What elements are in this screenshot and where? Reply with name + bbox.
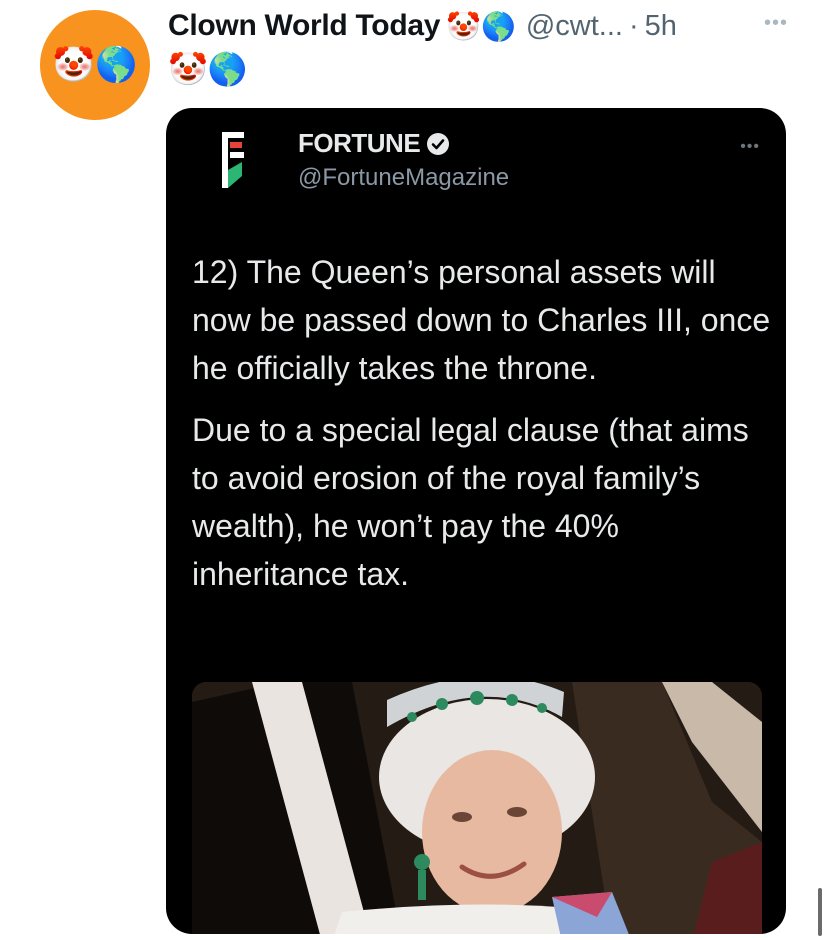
tweet-header: Clown World Today 🤡🌎 @cwt... · 5h ••• — [168, 4, 788, 48]
scrollbar[interactable] — [818, 888, 822, 936]
photo-illustration — [192, 682, 762, 934]
name-emoji: 🤡🌎 — [446, 9, 516, 43]
quoted-more-icon[interactable]: ••• — [740, 138, 760, 156]
more-icon[interactable]: ••• — [764, 12, 788, 35]
avatar[interactable]: 🤡🌎 — [40, 10, 150, 120]
quoted-handle[interactable]: @FortuneMagazine — [298, 164, 509, 192]
paragraph: Due to a special legal clause (that aims… — [192, 412, 749, 592]
user-handle[interactable]: @cwt... — [526, 10, 623, 43]
queen-photo[interactable] — [192, 682, 762, 934]
separator: · — [628, 9, 639, 42]
embedded-tweet-image[interactable]: FORTUNE @FortuneMagazine ••• 12) The Que… — [166, 108, 786, 934]
fortune-logo-icon — [222, 132, 244, 188]
bio-emoji: 🤡🌎 — [168, 50, 248, 88]
verified-badge-icon — [427, 132, 450, 155]
quoted-name-text: FORTUNE — [298, 128, 421, 158]
display-name[interactable]: Clown World Today — [168, 9, 440, 43]
paragraph: 12) The Queen’s personal assets will now… — [192, 254, 771, 386]
timestamp[interactable]: 5h — [645, 10, 677, 43]
tweet-view: 🤡🌎 Clown World Today 🤡🌎 @cwt... · 5h •••… — [0, 0, 828, 940]
quoted-name[interactable]: FORTUNE — [298, 128, 450, 159]
quoted-text: 12) The Queen’s personal assets will now… — [192, 248, 772, 612]
avatar-emoji: 🤡🌎 — [52, 45, 138, 85]
